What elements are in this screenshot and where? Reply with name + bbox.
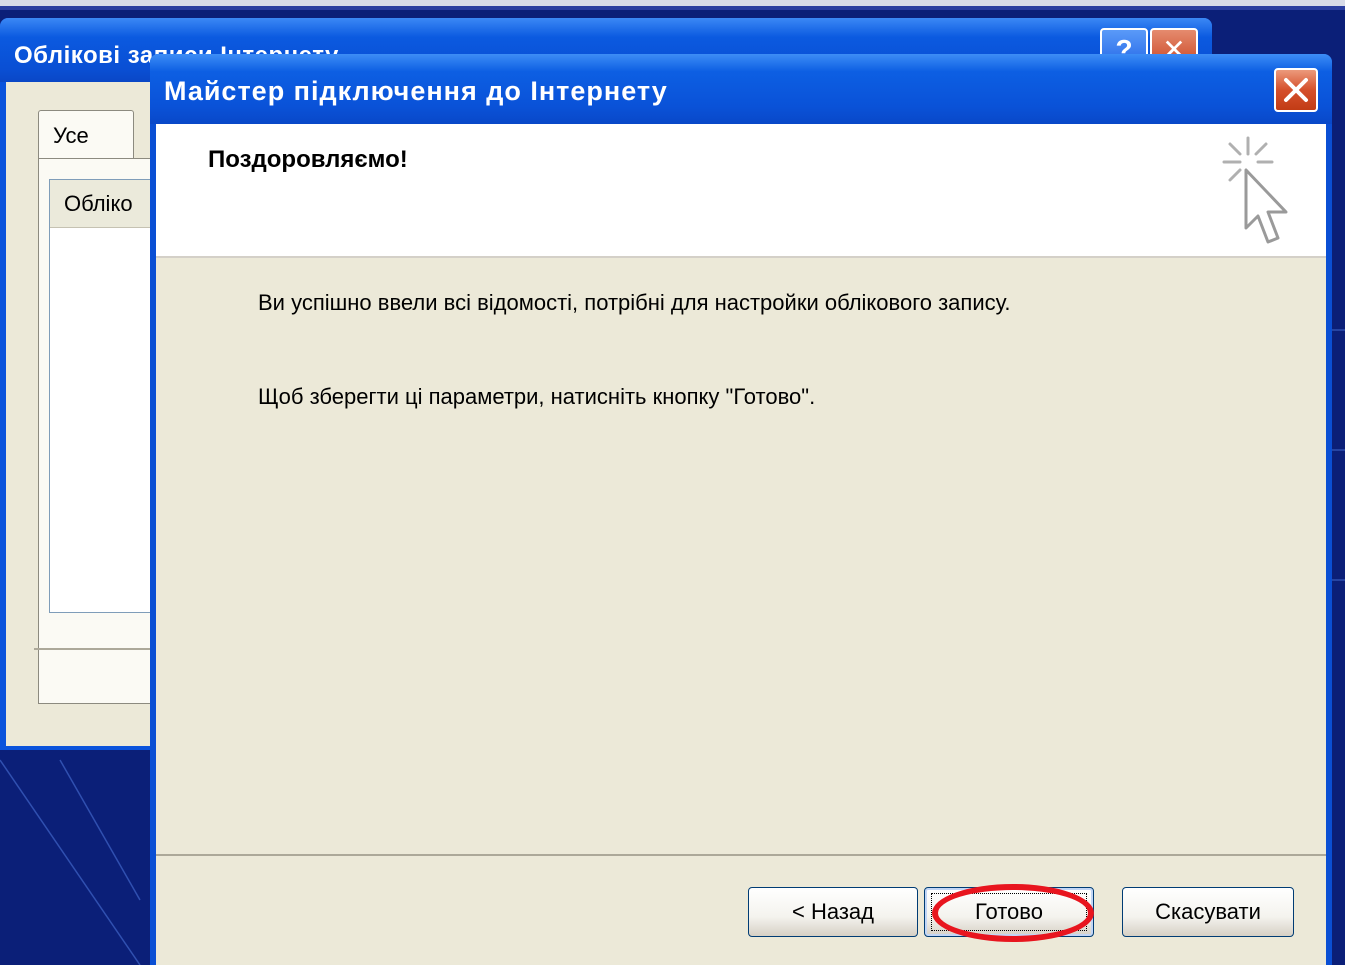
button-separator [156, 854, 1326, 856]
close-icon [1284, 78, 1308, 102]
wizard-heading: Поздоровляємо! [208, 146, 408, 173]
cancel-button[interactable]: Скасувати [1122, 887, 1294, 937]
wizard-message-1: Ви успішно ввели всі відомості, потрібні… [258, 290, 1011, 315]
wizard-window: Майстер підключення до Інтернету Поздоро… [150, 54, 1332, 965]
finish-button[interactable]: Готово [924, 887, 1094, 937]
wizard-body: Поздоровляємо! Ви успішно ввели всі відо… [156, 124, 1326, 965]
wizard-close-button[interactable] [1274, 68, 1318, 112]
wizard-header: Поздоровляємо! [156, 124, 1326, 258]
wizard-title: Майстер підключення до Інтернету [164, 76, 668, 106]
wizard-message-2: Щоб зберегти ці параметри, натисніть кно… [258, 384, 816, 409]
wizard-cursor-icon [1222, 136, 1288, 244]
focus-rect [931, 893, 1087, 931]
back-button[interactable]: < Назад [748, 887, 918, 937]
wizard-titlebar[interactable]: Майстер підключення до Інтернету [150, 54, 1332, 124]
tab-all[interactable]: Усе [38, 110, 134, 160]
